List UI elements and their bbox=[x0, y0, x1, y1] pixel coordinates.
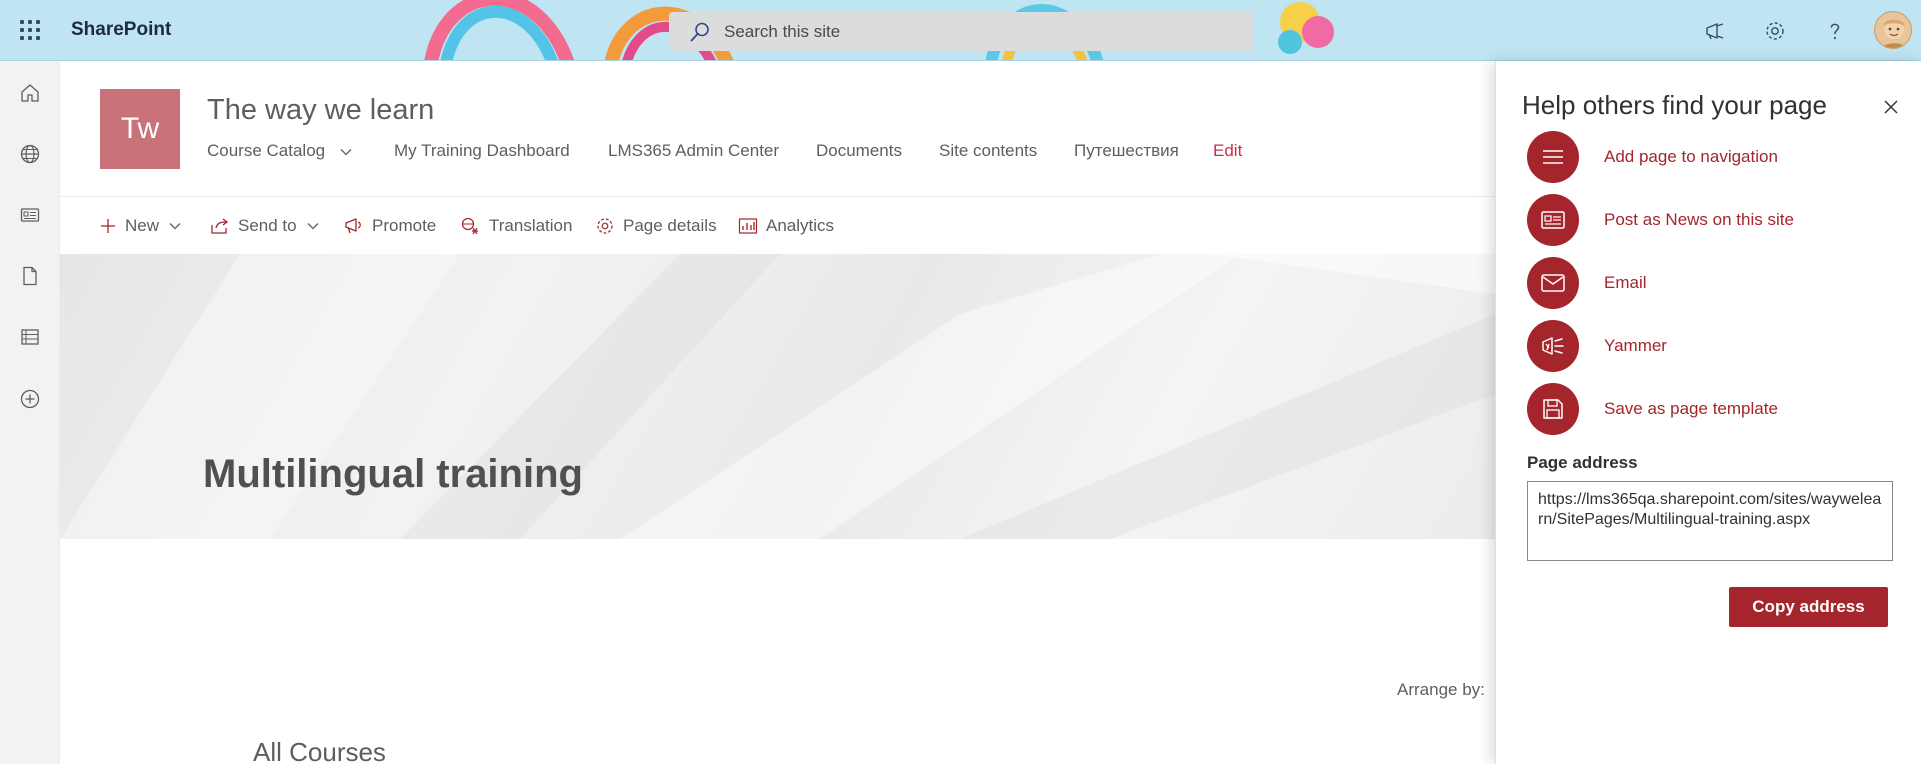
translate-icon bbox=[461, 217, 478, 235]
section-heading: All Courses bbox=[253, 737, 386, 764]
promote-button[interactable]: Promote bbox=[344, 213, 436, 239]
send-to-button[interactable]: Send to bbox=[210, 213, 319, 239]
page-address-label: Page address bbox=[1527, 453, 1638, 472]
site-logo[interactable]: Tw bbox=[100, 89, 180, 169]
document-icon[interactable] bbox=[17, 263, 43, 289]
add-page-to-navigation-button[interactable]: Add page to navigation bbox=[1527, 131, 1887, 183]
help-icon[interactable] bbox=[1820, 16, 1850, 46]
menu-icon bbox=[1527, 131, 1579, 183]
gear-icon bbox=[597, 218, 613, 234]
nav-label: Course Catalog bbox=[207, 141, 326, 160]
globe-icon[interactable] bbox=[17, 141, 43, 167]
new-button[interactable]: New bbox=[99, 213, 181, 239]
action-label: Add page to navigation bbox=[1604, 147, 1778, 166]
action-label: Post as News on this site bbox=[1604, 210, 1794, 229]
search-box[interactable] bbox=[669, 12, 1253, 51]
nav-travel[interactable]: Путешествия bbox=[1074, 141, 1179, 161]
list-icon[interactable] bbox=[17, 324, 43, 350]
left-navigation-rail bbox=[0, 61, 60, 764]
chevron-down-icon bbox=[340, 141, 352, 161]
page-details-button[interactable]: Page details bbox=[595, 213, 717, 239]
translation-label: Translation bbox=[489, 216, 573, 235]
analytics-button[interactable]: Analytics bbox=[738, 213, 834, 239]
chevron-down-icon bbox=[307, 223, 319, 230]
avatar[interactable] bbox=[1874, 11, 1912, 49]
post-as-news-button[interactable]: Post as News on this site bbox=[1527, 194, 1887, 246]
nav-documents[interactable]: Documents bbox=[816, 141, 902, 161]
arrange-by-label: Arrange by: bbox=[1397, 680, 1485, 699]
news-icon bbox=[1527, 194, 1579, 246]
new-label: New bbox=[125, 216, 160, 235]
panel-title: Help others find your page bbox=[1522, 90, 1827, 120]
share-icon bbox=[211, 218, 229, 234]
search-input[interactable] bbox=[724, 12, 1224, 51]
megaphone-icon bbox=[345, 218, 361, 234]
news-icon[interactable] bbox=[17, 202, 43, 228]
app-launcher-icon[interactable] bbox=[18, 18, 42, 42]
home-icon[interactable] bbox=[17, 80, 43, 106]
yammer-icon bbox=[1527, 320, 1579, 372]
suite-bar: SharePoint bbox=[0, 0, 1921, 61]
email-button[interactable]: Email bbox=[1527, 257, 1887, 309]
nav-my-training-dashboard[interactable]: My Training Dashboard bbox=[394, 141, 570, 161]
yammer-button[interactable]: Yammer bbox=[1527, 320, 1887, 372]
translation-button[interactable]: Translation bbox=[461, 213, 572, 239]
megaphone-icon[interactable] bbox=[1700, 16, 1730, 46]
nav-course-catalog[interactable]: Course Catalog bbox=[207, 141, 352, 161]
brand-name[interactable]: SharePoint bbox=[71, 19, 171, 41]
chevron-down-icon bbox=[169, 223, 181, 230]
site-title[interactable]: The way we learn bbox=[207, 94, 434, 127]
mail-icon bbox=[1527, 257, 1579, 309]
promote-panel: Help others find your page Add page to n… bbox=[1495, 61, 1921, 764]
nav-lms365-admin-center[interactable]: LMS365 Admin Center bbox=[608, 141, 779, 161]
page-title: Multilingual training bbox=[203, 452, 583, 496]
save-icon bbox=[1527, 383, 1579, 435]
promote-label: Promote bbox=[372, 216, 437, 235]
action-label: Email bbox=[1604, 273, 1647, 292]
page-details-label: Page details bbox=[623, 216, 717, 235]
action-label: Save as page template bbox=[1604, 399, 1778, 418]
analytics-label: Analytics bbox=[766, 216, 835, 235]
analytics-icon bbox=[738, 218, 758, 234]
nav-site-contents[interactable]: Site contents bbox=[939, 141, 1037, 161]
action-label: Yammer bbox=[1604, 336, 1667, 355]
gear-icon[interactable] bbox=[1760, 16, 1790, 46]
copy-address-button[interactable]: Copy address bbox=[1729, 587, 1888, 627]
nav-edit-link[interactable]: Edit bbox=[1213, 141, 1242, 161]
save-as-page-template-button[interactable]: Save as page template bbox=[1527, 383, 1887, 435]
send-to-label: Send to bbox=[238, 216, 297, 235]
add-circle-icon[interactable] bbox=[17, 386, 43, 412]
page-address-field[interactable]: https://lms365qa.sharepoint.com/sites/wa… bbox=[1527, 481, 1893, 561]
plus-icon bbox=[101, 219, 115, 233]
search-icon bbox=[690, 22, 709, 42]
close-icon[interactable] bbox=[1877, 93, 1905, 121]
header-divider bbox=[60, 196, 1495, 197]
